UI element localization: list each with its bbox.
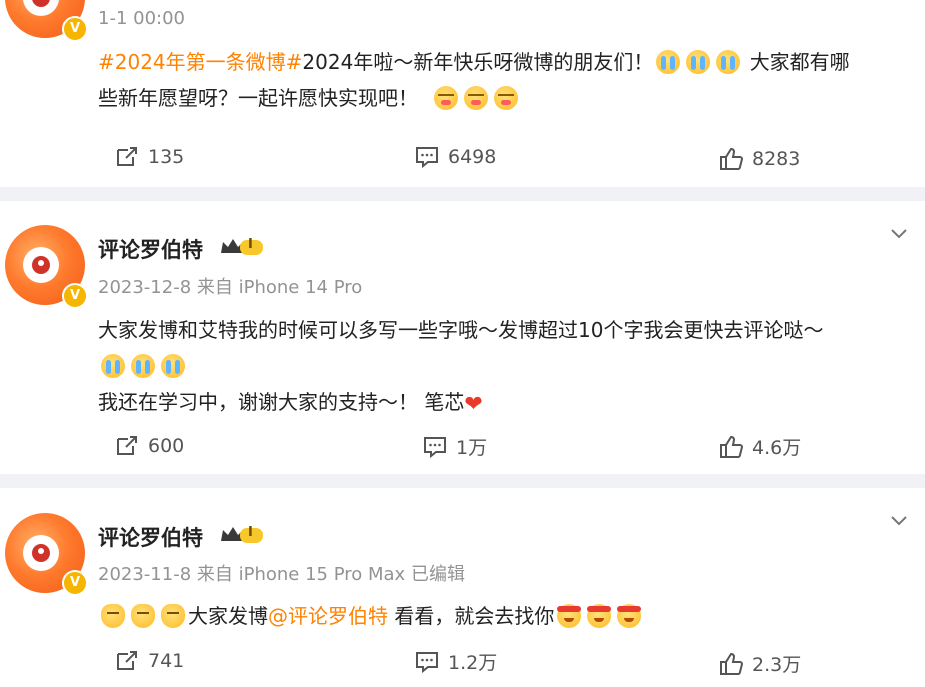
repost-icon <box>117 651 137 670</box>
member-level-badge-icon: I <box>220 237 264 257</box>
comment-icon <box>416 651 438 673</box>
comment-button[interactable]: 1.2万 <box>414 648 497 675</box>
thumbs-up-icon <box>720 147 744 170</box>
chevron-down-icon[interactable] <box>887 508 911 532</box>
mention-link[interactable]: @评论罗伯特 <box>268 604 388 628</box>
post-3: V 评论罗伯特 I 2023-11-8 来自 iPhone 15 Pro Max… <box>0 488 925 687</box>
comment-button[interactable]: 1万 <box>422 433 487 460</box>
new-year-emoji-icon <box>557 604 582 628</box>
wave-emoji-icon <box>161 604 185 628</box>
edited-label: 已编辑 <box>410 564 465 585</box>
topic-link[interactable]: #2024年第一条微博# <box>98 50 302 74</box>
post-1: V 1-1 00:00 #2024年第一条微博#2024年啦～新年快乐呀微博的朋… <box>0 0 925 187</box>
post-separator <box>0 474 925 488</box>
repost-button[interactable]: 741 <box>114 648 184 674</box>
thumbs-up-icon <box>720 435 744 458</box>
post-time: 2023-12-8 <box>98 277 192 298</box>
post-time: 2023-11-8 <box>98 564 192 585</box>
post-2: V 评论罗伯特 I 2023-12-8 来自 iPhone 14 Pro 大家发… <box>0 201 925 474</box>
comment-icon <box>424 436 446 458</box>
comment-button[interactable]: 6498 <box>414 144 496 170</box>
repost-button[interactable]: 135 <box>114 144 184 170</box>
post-meta: 2023-11-8 来自 iPhone 15 Pro Max 已编辑 <box>98 560 465 586</box>
repost-icon <box>117 147 137 166</box>
post-time: 1-1 00:00 <box>98 8 185 29</box>
kiss-emoji-icon <box>433 86 458 110</box>
verified-badge-icon: V <box>62 16 88 42</box>
post-text: #2024年第一条微博#2024年啦～新年快乐呀微博的朋友们！ 大家都有哪 些新… <box>98 50 850 110</box>
cry-emoji-icon <box>101 354 125 378</box>
verified-badge-icon: V <box>62 283 88 309</box>
post-source: 来自 iPhone 14 Pro <box>196 277 363 298</box>
comment-icon <box>416 147 438 169</box>
heart-icon: ❤ <box>464 392 483 417</box>
repost-button[interactable]: 600 <box>114 433 184 459</box>
new-year-emoji-icon <box>587 604 612 628</box>
repost-icon <box>117 436 137 455</box>
kiss-emoji-icon <box>493 86 518 110</box>
cry-emoji-icon <box>716 50 741 74</box>
cry-emoji-icon <box>161 354 185 378</box>
chevron-down-icon[interactable] <box>887 221 911 245</box>
like-button[interactable]: 2.3万 <box>718 650 801 677</box>
post-text: 大家发博和艾特我的时候可以多写一些字哦～发博超过10个字我会更快去评论哒～ 我还… <box>98 312 913 423</box>
thumbs-up-icon <box>720 652 744 675</box>
like-button[interactable]: 8283 <box>718 146 800 172</box>
post-meta: 2023-12-8 来自 iPhone 14 Pro <box>98 273 362 299</box>
post-separator <box>0 187 925 201</box>
kiss-emoji-icon <box>463 86 488 110</box>
cry-emoji-icon <box>656 50 681 74</box>
user-name[interactable]: 评论罗伯特 <box>98 522 203 552</box>
new-year-emoji-icon <box>617 604 642 628</box>
wave-emoji-icon <box>101 604 125 628</box>
post-text: 大家发博@评论罗伯特 看看，就会去找你 <box>98 598 913 634</box>
member-level-badge-icon: I <box>220 525 264 545</box>
post-source: 来自 iPhone 15 Pro Max <box>196 564 406 585</box>
verified-badge-icon: V <box>62 570 88 596</box>
user-name[interactable]: 评论罗伯特 <box>98 234 203 264</box>
cry-emoji-icon <box>686 50 711 74</box>
cry-emoji-icon <box>131 354 155 378</box>
like-button[interactable]: 4.6万 <box>718 433 801 460</box>
wave-emoji-icon <box>131 604 155 628</box>
